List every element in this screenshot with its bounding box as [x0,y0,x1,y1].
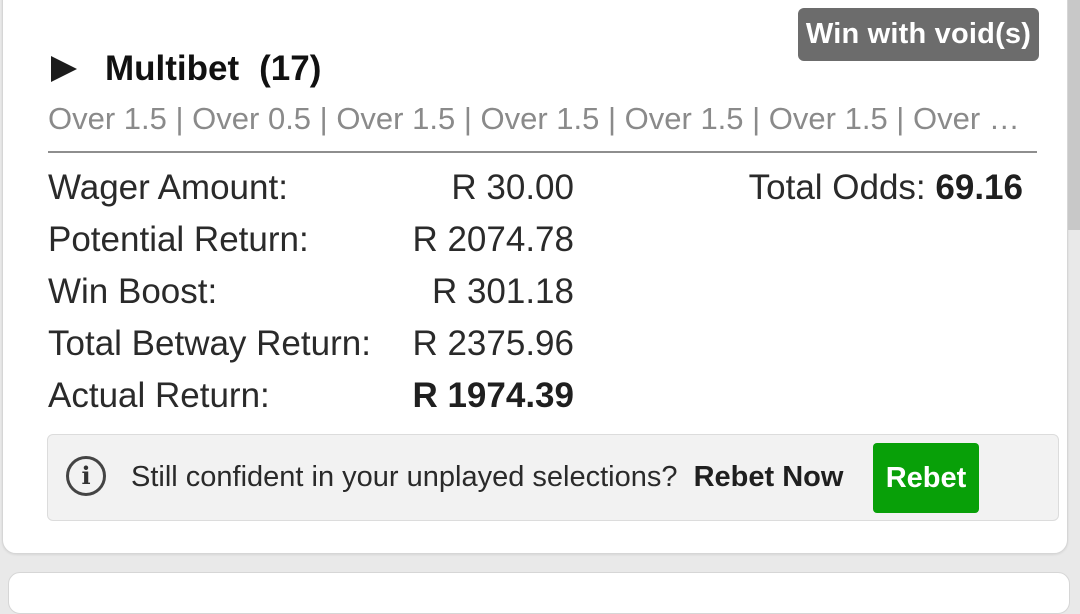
wager-amount-label: Wager Amount: [48,168,288,207]
divider [48,151,1037,153]
total-odds-value: 69.16 [935,168,1023,207]
info-icon: i [66,456,106,496]
next-bet-card [8,572,1070,614]
win-boost-label: Win Boost: [48,272,218,311]
total-betway-return-value: R 2375.96 [412,324,574,363]
bet-card: Win with void(s) Multibet (17) Over 1.5 … [2,0,1068,554]
total-odds: Total Odds: 69.16 [749,166,1023,210]
actual-return-value: R 1974.39 [412,376,574,415]
rebet-message: Still confident in your unplayed selecti… [131,455,843,499]
status-badge: Win with void(s) [798,8,1039,61]
bet-type-label: Multibet [105,49,240,88]
actual-return-label: Actual Return: [48,376,270,415]
scrollbar[interactable] [1068,0,1080,230]
rebet-message-text: Still confident in your unplayed selecti… [131,461,678,493]
total-odds-label: Total Odds: [748,168,926,207]
expand-triangle-icon[interactable] [51,56,77,82]
total-betway-return-label: Total Betway Return: [48,324,371,363]
potential-return-value: R 2074.78 [412,220,574,259]
win-boost-value: R 301.18 [431,272,574,311]
wager-amount-value: R 30.00 [451,168,574,207]
rebet-banner: i Still confident in your unplayed selec… [47,434,1059,521]
bet-selection-count: (17) [259,49,322,88]
bet-header[interactable]: Multibet (17) [51,47,321,91]
potential-return-label: Potential Return: [48,220,309,259]
selections-summary: Over 1.5 | Over 0.5 | Over 1.5 | Over 1.… [48,101,1033,136]
rebet-now-link[interactable]: Rebet Now [694,461,844,493]
rebet-button[interactable]: Rebet [873,443,979,513]
